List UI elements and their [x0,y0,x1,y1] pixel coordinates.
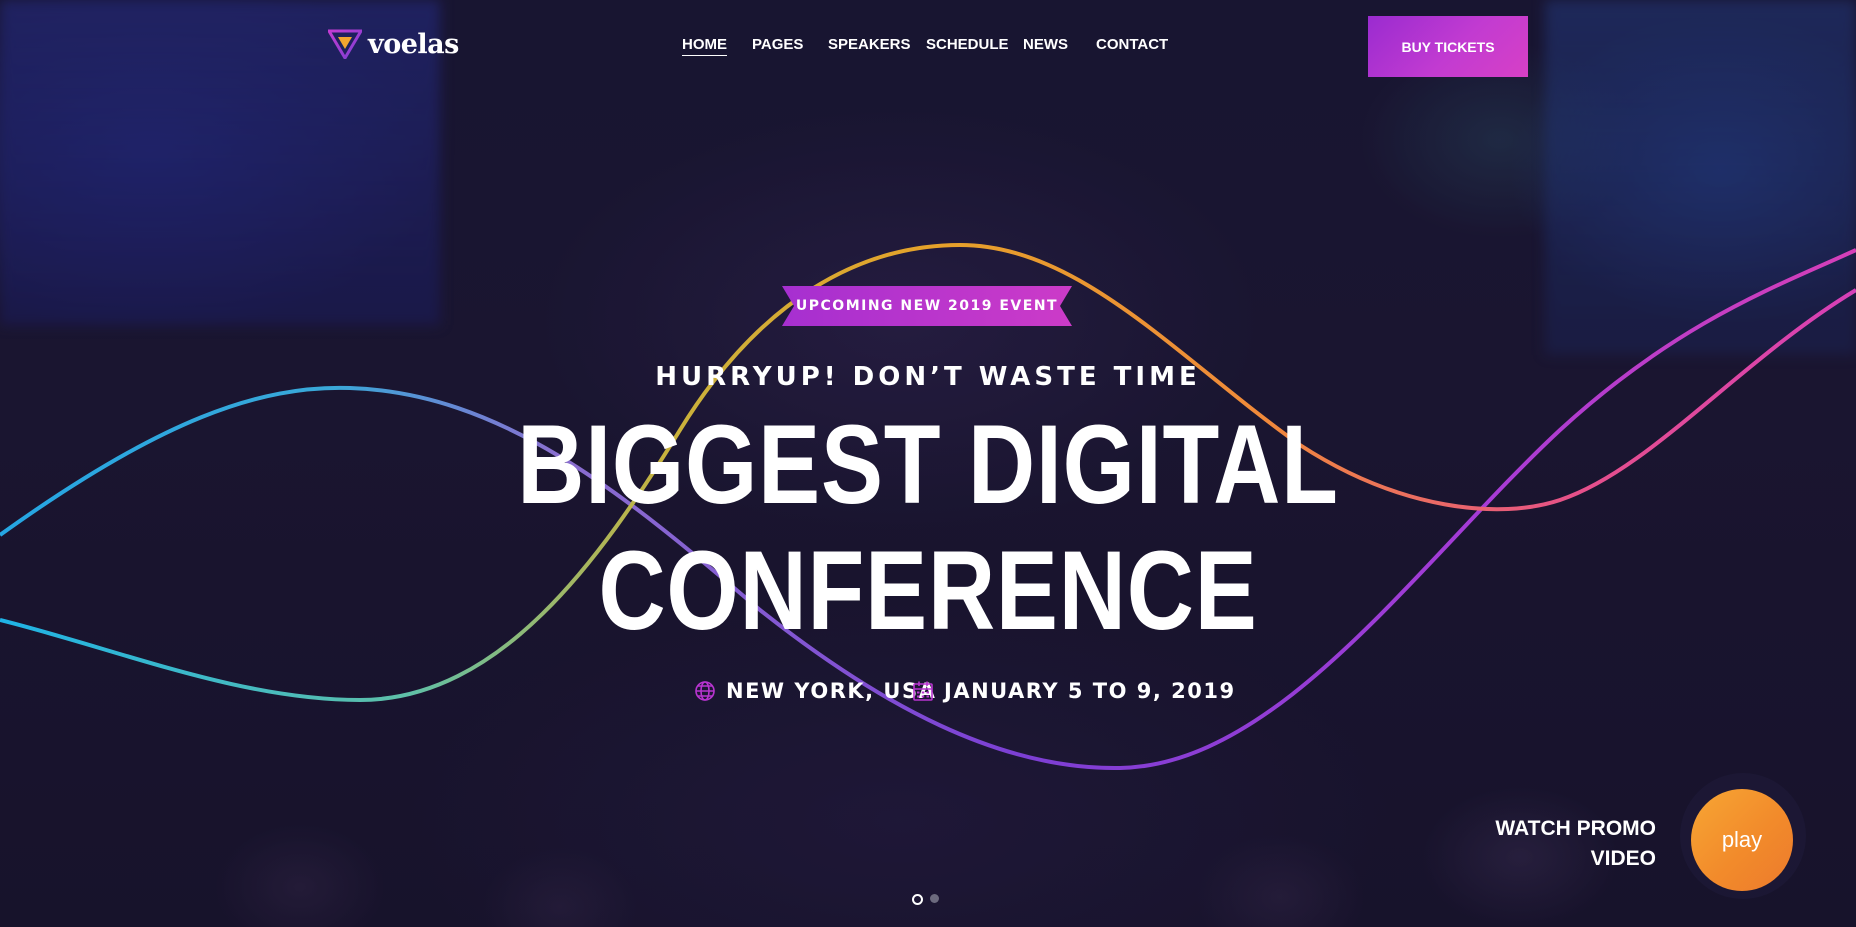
brand-name: voelas [368,28,459,60]
watch-promo-line1: WATCH PROMO [1495,817,1656,840]
event-date-text: JANUARY 5 TO 9, 2019 [944,679,1236,703]
nav-item-pages[interactable]: PAGES [752,36,803,53]
event-location: NEW YORK, USA [694,676,936,706]
globe-icon [695,681,715,701]
brand-logo[interactable]: voelas [328,27,459,61]
watch-promo-label: WATCH PROMO VIDEO [1480,814,1656,874]
play-video-button[interactable]: play [1691,789,1793,891]
nav-item-schedule[interactable]: SCHEDULE [926,36,1009,53]
nav-item-contact[interactable]: CONTACT [1096,36,1168,53]
hero-eyebrow: HURRYUP! DON’T WASTE TIME [655,362,1201,392]
watch-promo-line2: VIDEO [1590,847,1656,870]
event-ribbon: UPCOMING NEW 2019 EVENT [782,284,1072,328]
nav-item-home[interactable]: HOME [682,36,727,56]
slider-dot-1[interactable] [912,894,923,905]
slider-dot-2[interactable] [930,894,939,903]
hero-headline-line2: CONFERENCE [598,528,1258,653]
event-location-text: NEW YORK, USA [726,679,937,703]
event-date: JANUARY 5 TO 9, 2019 [912,676,1236,706]
slider-pagination [912,894,939,905]
nav-item-speakers[interactable]: SPEAKERS [828,36,911,53]
calendar-icon [913,681,933,701]
nav-item-news[interactable]: NEWS [1023,36,1068,53]
hero-headline-line1: BIGGEST DIGITAL [517,402,1339,527]
triangle-logo-icon [328,29,362,59]
ribbon-label: UPCOMING NEW 2019 EVENT [795,298,1059,314]
buy-tickets-button[interactable]: BUY TICKETS [1368,16,1528,77]
